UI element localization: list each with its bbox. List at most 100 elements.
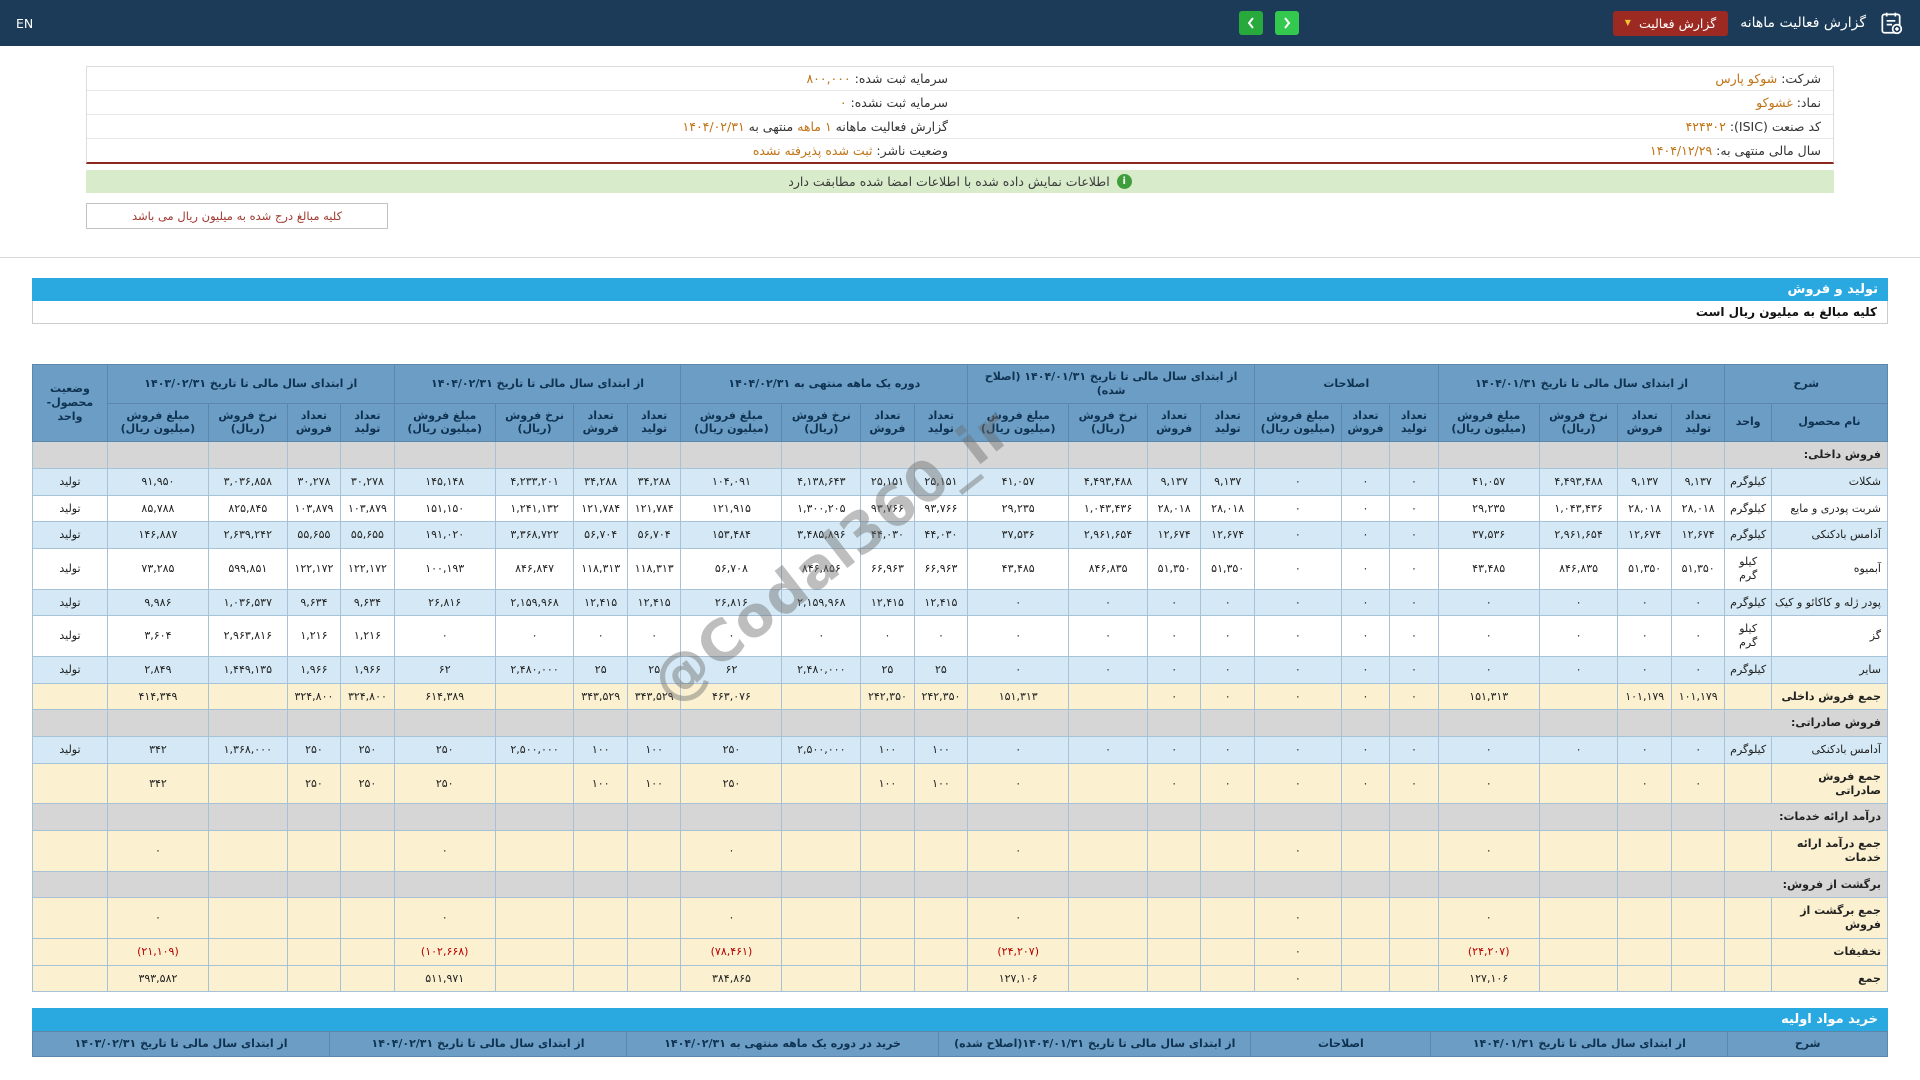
value-cell: ۴۱,۰۵۷	[967, 467, 1070, 496]
value-cell	[1200, 937, 1255, 966]
empty-cell	[573, 803, 628, 831]
value-cell: ۱۰۴,۰۹۱	[680, 467, 783, 496]
value-cell	[1340, 897, 1391, 939]
value-cell: ۹,۹۸۶	[106, 588, 209, 617]
value-cell: ۰	[1253, 588, 1342, 617]
empty-cell	[286, 441, 342, 469]
value-cell: ۲۵	[860, 655, 915, 684]
value-cell: ۱,۲۴۱,۱۳۲	[494, 494, 575, 523]
value-cell: ۹,۱۳۷	[1617, 467, 1672, 496]
value-cell: ۰	[393, 615, 496, 657]
value-cell	[1200, 897, 1255, 939]
value-cell: کیلوگرم	[1724, 588, 1772, 617]
value-cell: ۰	[1538, 588, 1619, 617]
value-cell: ۰	[781, 615, 862, 657]
value-cell: ۱۰۰	[573, 762, 628, 805]
value-cell	[1068, 830, 1148, 872]
value-cell: ۳۰,۲۷۸	[286, 467, 342, 496]
value-cell: ۳۴۲	[106, 762, 209, 805]
value-cell: ۰	[1068, 615, 1148, 657]
value-cell: ۲۵,۱۵۱	[913, 467, 969, 496]
language-toggle[interactable]: EN	[16, 16, 33, 31]
production-sales-table: شرح از ابتدای سال مالی تا تاریخ ۱۴۰۴/۰۱/۳…	[32, 364, 1889, 993]
company-info-cell: سرمایه ثبت شده: ۸۰۰,۰۰۰	[806, 71, 948, 86]
value-cell: ۱۰۰	[913, 762, 969, 805]
value-cell: ۰	[967, 762, 1070, 805]
empty-cell	[913, 803, 969, 831]
empty-cell	[393, 709, 496, 737]
empty-cell	[1340, 709, 1391, 737]
total-row: تخفیفات (۲۴,۲۰۷) ۰ (۲۴,۲۰۷) (۷۸,۴۶۱) (۱۰۲,۶۶۸…	[32, 937, 1889, 966]
value-cell: ۰	[1340, 494, 1391, 523]
value-cell: ۵۱۱,۹۷۱	[393, 964, 496, 993]
empty-cell	[1538, 870, 1619, 899]
column-header: تعداد فروش	[286, 402, 342, 442]
value-cell	[1068, 897, 1148, 939]
value-cell: ۳۴۳,۵۲۹	[573, 682, 628, 711]
company-info-cell: سال مالی منتهی به: ۱۴۰۴/۱۲/۲۹	[1650, 143, 1821, 158]
value-cell	[494, 937, 575, 966]
production-sales-table-wrap: @Codal360_ir شرح از ابتدای سال مالی تا تا…	[32, 364, 1889, 993]
value-cell	[1670, 964, 1726, 993]
value-cell	[207, 830, 288, 872]
value-cell	[913, 937, 969, 966]
column-group-header: از ابتدای سال مالی تا تاریخ ۱۴۰۴/۰۲/۳۱	[393, 364, 682, 404]
value-cell: ۵۱,۳۵۰	[1617, 548, 1672, 590]
value-cell: ۱۲,۴۱۵	[626, 588, 682, 617]
column-group-header: از ابتدای سال مالی تا تاریخ ۱۴۰۴/۰۱/۳۱	[1430, 1031, 1729, 1057]
company-info-cell: نماد: غشوکو	[1756, 95, 1821, 110]
row-label-cell: شکلات	[1770, 467, 1889, 496]
empty-cell	[913, 870, 969, 899]
empty-cell	[1200, 870, 1255, 899]
value-cell: ۸۴۶,۸۳۵	[1538, 548, 1619, 590]
value-cell: ۰	[1538, 736, 1619, 764]
data-row: پودر ژله و کاکائو و کیک کیلوگرم ۰ ۰ ۰ ۰ ۰ ۰ ۰ ۰ ۰ ۰…	[32, 588, 1889, 617]
nav-next-button[interactable]	[1274, 11, 1299, 35]
signature-banner-text: اطلاعات نمایش داده شده با اطلاعات امضا ش…	[788, 174, 1110, 189]
empty-cell	[860, 803, 915, 831]
value-cell: ۱۰۰	[573, 736, 628, 764]
empty-cell	[781, 870, 862, 899]
value-cell: ۰	[1670, 615, 1726, 657]
value-cell: ۲۵۰	[286, 736, 342, 764]
data-row: آدامس بادکنکی کیلوگرم ۰ ۰ ۰ ۰ ۰ ۰ ۰ ۰ ۰ ۰ ۰ ۱۰۰ ۱۰۰ ۲,۵…	[32, 736, 1889, 764]
company-info-cell: وضعیت ناشر: ثبت شده پذیرفته نشده	[752, 143, 948, 158]
nav-prev-button[interactable]	[1238, 11, 1263, 35]
value-cell: ۲۶,۸۱۶	[393, 588, 496, 617]
value-cell: ۸۵,۷۸۸	[106, 494, 209, 523]
value-cell: ۱۰۱,۱۷۹	[1617, 682, 1672, 711]
value-cell: ۱,۰۳۶,۵۳۷	[207, 588, 288, 617]
value-cell: ۲۵۰	[393, 762, 496, 805]
value-cell	[1389, 937, 1439, 966]
row-label-cell: جمع فروش داخلی	[1770, 682, 1889, 711]
value-cell	[860, 897, 915, 939]
row-label-cell: جمع برگشت از فروش	[1770, 897, 1889, 939]
empty-cell	[1146, 870, 1202, 899]
value-cell: ۵۹۹,۸۵۱	[207, 548, 288, 590]
empty-cell	[680, 709, 783, 737]
value-cell	[1724, 964, 1772, 993]
value-cell	[781, 762, 862, 805]
value-cell: ۹۳,۷۶۶	[913, 494, 969, 523]
value-cell: ۱۰۰	[860, 736, 915, 764]
empty-cell	[1617, 441, 1672, 469]
signature-banner: i اطلاعات نمایش داده شده با اطلاعات امضا…	[86, 170, 1834, 193]
value-cell: ۳۴,۲۸۸	[573, 467, 628, 496]
empty-cell	[286, 803, 342, 831]
report-type-dropdown-label: گزارش فعالیت	[1638, 15, 1717, 31]
value-cell: ۰	[680, 830, 783, 872]
value-cell	[573, 937, 628, 966]
section-label-cell: فروش صادراتی:	[1724, 709, 1888, 737]
row-label-cell: جمع فروش صادراتی	[1770, 762, 1889, 805]
value-cell: ۰	[1200, 736, 1255, 764]
value-cell: ۰	[1389, 521, 1439, 549]
value-cell	[207, 897, 288, 939]
empty-cell	[781, 803, 862, 831]
empty-cell	[340, 709, 395, 737]
value-cell: ۱۲,۶۷۴	[1670, 521, 1726, 549]
value-cell	[32, 762, 108, 805]
value-cell: کیلو گرم	[1724, 548, 1772, 590]
report-type-dropdown[interactable]: گزارش فعالیت ▼	[1612, 10, 1729, 36]
value-cell: ۱۲۱,۷۸۴	[626, 494, 682, 523]
value-cell	[1146, 964, 1202, 993]
